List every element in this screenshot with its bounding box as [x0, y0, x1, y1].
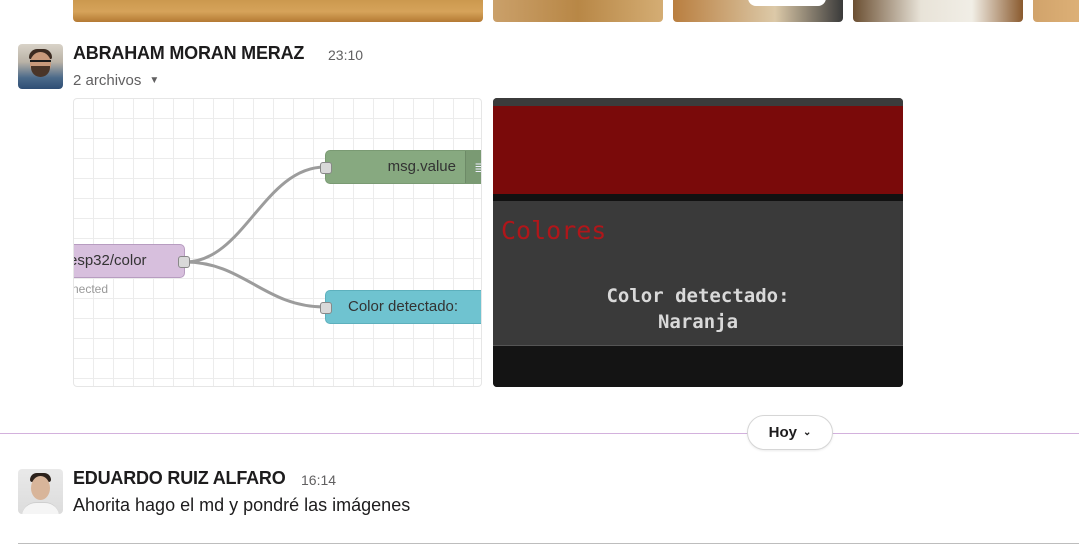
previous-image-thumbnail[interactable]: [493, 0, 663, 22]
color-swatch: [493, 106, 903, 194]
flow-wires: [184, 165, 326, 309]
node-label: esp32/color: [73, 252, 147, 269]
message-timestamp[interactable]: 23:10: [328, 47, 363, 63]
input-port: [320, 162, 332, 174]
caret-down-icon: ▼: [149, 75, 160, 86]
divider: [493, 194, 903, 201]
dashboard-screenshot-attachment[interactable]: Colores Color detectado: Naranja: [493, 98, 903, 387]
dashboard-header-bar: [493, 98, 903, 106]
dashboard-text-label: Color detectado:: [606, 285, 790, 307]
dashboard-group-title: Colores: [501, 216, 607, 245]
previous-image-thumbnail[interactable]: [853, 0, 1023, 22]
dashboard-footer: [493, 345, 903, 387]
node-label: Color detectado:: [348, 298, 459, 315]
date-divider-label: Hoy: [768, 424, 797, 441]
mqtt-node-esp32-color: esp32/color: [73, 244, 190, 278]
message-timestamp[interactable]: 16:14: [301, 472, 336, 488]
dashboard-text-value: Naranja: [657, 311, 739, 333]
message-text: Ahorita hago el md y pondré las imágenes: [73, 495, 411, 515]
previous-image-thumbnail[interactable]: [73, 0, 483, 22]
flow-screenshot-attachment[interactable]: msg.value ≣ esp32/color nected Color det…: [73, 98, 482, 387]
input-port: [320, 302, 332, 314]
attachments-label: 2 archivos: [73, 72, 142, 89]
composer-top-border: [18, 543, 1079, 544]
previous-image-strip: [0, 0, 1079, 24]
message-author[interactable]: EDUARDO RUIZ ALFARO: [73, 468, 286, 489]
output-port: [178, 256, 190, 268]
previous-image-thumbnail[interactable]: [1033, 0, 1079, 22]
message-author[interactable]: ABRAHAM MORAN MERAZ: [73, 43, 304, 64]
node-status: nected: [73, 282, 109, 296]
avatar[interactable]: [18, 469, 63, 514]
attachments-toggle[interactable]: 2 archivos ▼: [73, 72, 159, 89]
list-icon: ≣: [465, 151, 481, 183]
avatar[interactable]: [18, 44, 63, 89]
debug-node-msg-value: msg.value ≣: [320, 150, 481, 184]
thumbnail-overlay: [748, 0, 826, 6]
date-divider-button[interactable]: Hoy ⌄: [747, 415, 833, 450]
text-node-color-detectado: Color detectado:: [320, 290, 481, 324]
chevron-down-icon: ⌄: [802, 427, 812, 438]
date-divider-line: [0, 433, 1079, 434]
node-label: msg.value: [387, 158, 456, 175]
